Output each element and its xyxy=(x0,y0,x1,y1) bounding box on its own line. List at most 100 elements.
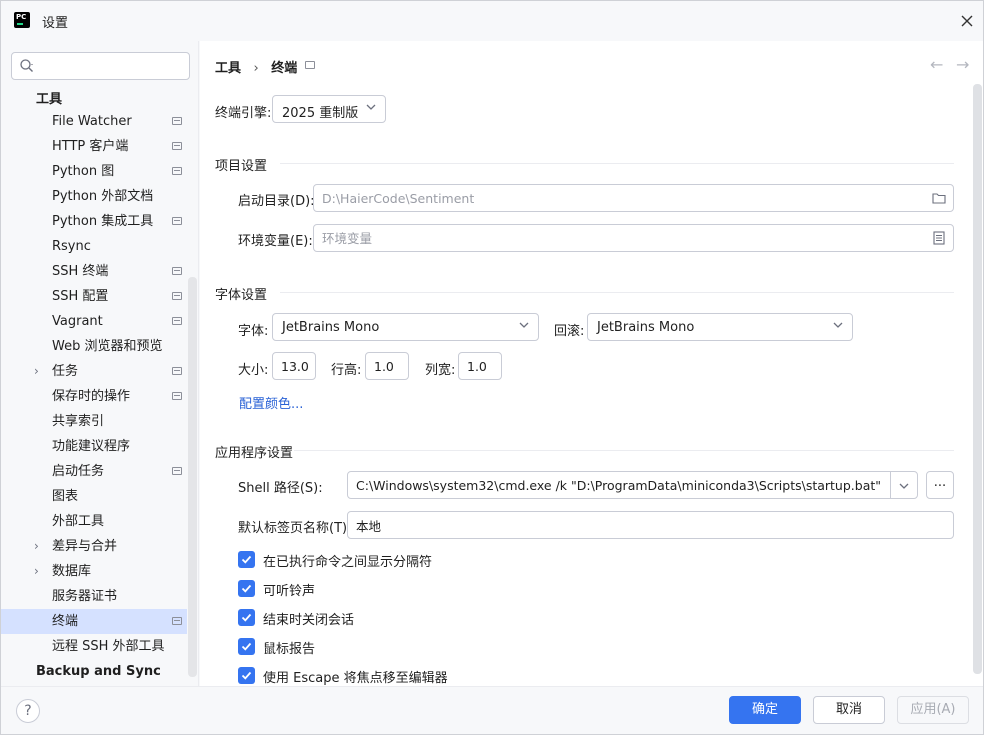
sidebar-item-label: 数据库 xyxy=(52,564,92,579)
checkbox[interactable] xyxy=(238,638,255,655)
env-field[interactable] xyxy=(313,224,954,252)
chevron-down-icon xyxy=(519,322,529,328)
engine-value: 2025 重制版 xyxy=(282,106,359,121)
start-dir-field[interactable] xyxy=(313,184,954,212)
shell-path-input[interactable] xyxy=(356,477,886,494)
sidebar-item-label: HTTP 客户端 xyxy=(52,139,129,154)
breadcrumb-separator: › xyxy=(253,61,259,76)
sidebar-item[interactable]: Python 图 xyxy=(1,159,187,184)
checkbox-label: 结束时关闭会话 xyxy=(263,613,355,628)
document-icon[interactable] xyxy=(932,231,946,245)
modified-indicator-icon xyxy=(172,167,182,175)
sidebar-item[interactable]: › 任务 xyxy=(1,359,187,384)
search-icon xyxy=(20,59,33,72)
fallback-font-dropdown[interactable]: JetBrains Mono xyxy=(587,313,853,341)
window-title: 设置 xyxy=(42,16,69,31)
line-height-field[interactable] xyxy=(365,352,409,380)
sidebar-item-label: SSH 终端 xyxy=(52,264,109,279)
sidebar-item-label: 外部工具 xyxy=(52,514,105,529)
sidebar-item-label: 共享索引 xyxy=(52,414,105,429)
sidebar-item-label: SSH 配置 xyxy=(52,289,109,304)
chevron-right-icon[interactable]: › xyxy=(34,359,39,384)
checkmark-icon xyxy=(241,642,252,651)
shell-path-field[interactable] xyxy=(347,471,918,499)
settings-dialog: PC 设置 工具 File Watcher HTTP 客户端 Python 图 Pyth… xyxy=(0,0,984,735)
font-dropdown[interactable]: JetBrains Mono xyxy=(272,313,539,341)
sidebar-item[interactable]: 外部工具 xyxy=(1,509,187,534)
breadcrumb-parent[interactable]: 工具 xyxy=(215,61,241,76)
sidebar-item[interactable]: 终端 xyxy=(1,609,187,634)
chevron-down-icon[interactable] xyxy=(898,480,910,492)
engine-dropdown[interactable]: 2025 重制版 xyxy=(272,95,386,123)
engine-label: 终端引擎: xyxy=(215,106,272,121)
breadcrumb-current: 终端 xyxy=(271,61,298,76)
sidebar-item-label: 启动任务 xyxy=(52,464,105,479)
sidebar-item[interactable]: Python 外部文档 xyxy=(1,184,187,209)
checkbox[interactable] xyxy=(238,609,255,626)
line-height-input[interactable] xyxy=(374,358,404,375)
size-field[interactable] xyxy=(272,352,316,380)
ok-button[interactable]: 确定 xyxy=(729,696,801,724)
sidebar-item[interactable]: SSH 终端 xyxy=(1,259,187,284)
sidebar-item[interactable]: 图表 xyxy=(1,484,187,509)
checkbox[interactable] xyxy=(238,551,255,568)
sidebar-item[interactable]: › 数据库 xyxy=(1,559,187,584)
dialog-footer: ? 确定 取消 应用(A) xyxy=(1,686,983,734)
chevron-right-icon[interactable]: › xyxy=(34,534,39,559)
checkbox[interactable] xyxy=(238,667,255,684)
sidebar-item[interactable]: HTTP 客户端 xyxy=(1,134,187,159)
line-height-label: 行高: xyxy=(331,363,362,378)
sidebar-item-label: Python 外部文档 xyxy=(52,189,154,204)
sidebar-item[interactable]: 启动任务 xyxy=(1,459,187,484)
start-dir-input[interactable] xyxy=(322,190,922,207)
env-label: 环境变量(E): xyxy=(238,234,313,249)
sidebar-item[interactable]: Python 集成工具 xyxy=(1,209,187,234)
column-width-field[interactable] xyxy=(458,352,502,380)
settings-content: 工具 › 终端 ← → 终端引擎: 2025 重制版 项目设置 启动目录(D):… xyxy=(200,41,983,686)
sidebar-item[interactable]: 共享索引 xyxy=(1,409,187,434)
sidebar-group[interactable]: Backup and Sync xyxy=(1,659,187,684)
start-dir-label: 启动目录(D): xyxy=(238,194,315,209)
sidebar-item[interactable]: File Watcher xyxy=(1,109,187,134)
modified-indicator-icon xyxy=(172,392,182,400)
sidebar-item[interactable]: 远程 SSH 外部工具 xyxy=(1,634,187,659)
fallback-font-value: JetBrains Mono xyxy=(597,320,695,335)
checkmark-icon xyxy=(241,613,252,622)
size-input[interactable] xyxy=(281,358,311,375)
default-tab-input[interactable] xyxy=(356,517,946,534)
checkbox[interactable] xyxy=(238,580,255,597)
sidebar-item[interactable]: Vagrant xyxy=(1,309,187,334)
folder-icon[interactable] xyxy=(932,191,946,205)
checkmark-icon xyxy=(241,584,252,593)
content-scrollbar[interactable] xyxy=(973,84,982,674)
browse-shell-button[interactable]: ... xyxy=(926,471,954,499)
column-width-input[interactable] xyxy=(467,358,497,375)
modified-indicator-icon xyxy=(172,292,182,300)
checkmark-icon xyxy=(241,555,252,564)
chevron-right-icon[interactable]: › xyxy=(34,559,39,584)
sidebar-item-label: File Watcher xyxy=(52,114,132,129)
cancel-button[interactable]: 取消 xyxy=(813,696,885,724)
configure-colors-link[interactable]: 配置颜色... xyxy=(239,393,303,412)
help-button[interactable]: ? xyxy=(16,699,40,723)
search-field[interactable] xyxy=(11,52,190,80)
apply-button[interactable]: 应用(A) xyxy=(897,696,969,724)
sidebar-item[interactable]: › 差异与合并 xyxy=(1,534,187,559)
close-button[interactable] xyxy=(955,9,979,33)
default-tab-field[interactable] xyxy=(347,511,954,539)
back-arrow-icon[interactable]: ← xyxy=(930,55,943,74)
sidebar-item[interactable]: 保存时的操作 xyxy=(1,384,187,409)
font-value: JetBrains Mono xyxy=(282,320,380,335)
env-input[interactable] xyxy=(322,230,922,247)
forward-arrow-icon[interactable]: → xyxy=(956,55,969,74)
sidebar-item[interactable]: 服务器证书 xyxy=(1,584,187,609)
sidebar-item-label: Rsync xyxy=(52,239,91,254)
sidebar-item-label: 差异与合并 xyxy=(52,539,118,554)
close-icon[interactable] xyxy=(961,15,973,27)
sidebar-scrollbar[interactable] xyxy=(188,277,197,677)
sidebar-item[interactable]: Rsync xyxy=(1,234,187,259)
sidebar-item[interactable]: SSH 配置 xyxy=(1,284,187,309)
sidebar-item[interactable]: 功能建议程序 xyxy=(1,434,187,459)
search-input[interactable] xyxy=(42,57,182,75)
sidebar-item[interactable]: Web 浏览器和预览 xyxy=(1,334,187,359)
